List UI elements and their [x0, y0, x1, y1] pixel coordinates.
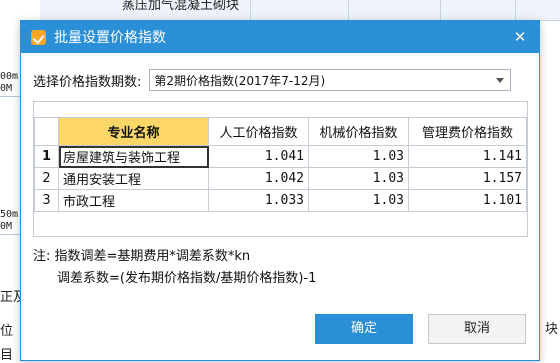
- column-header-specialty[interactable]: 专业名称: [58, 117, 209, 146]
- management-index-cell[interactable]: 1.101: [408, 189, 527, 212]
- background-cell-label: 0M: [0, 221, 13, 232]
- background-cell-label: 0M: [0, 83, 13, 94]
- formula-note-line-1: 注: 指数调差=基期费用*调差系数*kn: [33, 249, 251, 264]
- chevron-down-icon[interactable]: [496, 78, 505, 83]
- batch-price-index-dialog: 批量设置价格指数 ✕ 选择价格指数期数: 第2期价格指数(2017年7-12月)…: [20, 20, 540, 361]
- period-label: 选择价格指数期数:: [33, 74, 142, 90]
- machine-index-cell[interactable]: 1.03: [308, 167, 409, 190]
- labor-index-cell[interactable]: 1.033: [208, 189, 309, 212]
- table-row[interactable]: 3 市政工程 1.033 1.03 1.101: [34, 189, 527, 212]
- background-left-text: 位: [0, 324, 14, 339]
- labor-index-cell[interactable]: 1.042: [208, 167, 309, 190]
- management-index-cell[interactable]: 1.157: [408, 167, 527, 190]
- labor-index-cell[interactable]: 1.041: [208, 145, 309, 168]
- background-cell-label: 00m: [0, 71, 19, 82]
- table-row[interactable]: 1 房屋建筑与装饰工程 1.041 1.03 1.141: [34, 145, 527, 168]
- column-header-machine[interactable]: 机械价格指数: [308, 117, 409, 146]
- price-index-grid: 专业名称 人工价格指数 机械价格指数 管理费价格指数 1 房屋建筑与装饰工程 1…: [33, 101, 528, 237]
- close-button[interactable]: ✕: [511, 28, 529, 46]
- price-index-table: 专业名称 人工价格指数 机械价格指数 管理费价格指数 1 房屋建筑与装饰工程 1…: [34, 117, 527, 212]
- specialty-cell[interactable]: 市政工程: [58, 189, 209, 212]
- period-row: 选择价格指数期数: 第2期价格指数(2017年7-12月): [33, 69, 512, 91]
- management-index-cell[interactable]: 1.141: [408, 145, 527, 168]
- specialty-cell[interactable]: 通用安装工程: [58, 167, 209, 190]
- dialog-titlebar[interactable]: 批量设置价格指数 ✕: [21, 21, 539, 53]
- specialty-cell[interactable]: 房屋建筑与装饰工程: [58, 145, 209, 168]
- period-select-value: 第2期价格指数(2017年7-12月): [154, 73, 326, 88]
- background-cell-label: 50m: [0, 209, 19, 220]
- machine-index-cell[interactable]: 1.03: [308, 189, 409, 212]
- formula-note: 注: 指数调差=基期费用*调差系数*kn 调差系数=(发布期价格指数/基期价格指…: [33, 246, 316, 290]
- dialog-title: 批量设置价格指数: [54, 30, 166, 46]
- row-index: 3: [34, 189, 59, 212]
- background-right-text: 块: [544, 322, 558, 337]
- column-header-management[interactable]: 管理费价格指数: [408, 117, 527, 146]
- period-select[interactable]: 第2期价格指数(2017年7-12月): [149, 69, 512, 91]
- background-top-text: 蒸压加气混凝土砌块: [122, 0, 240, 13]
- background-top-row: 蒸压加气混凝土砌块: [40, 0, 560, 21]
- background-left-text: 目: [0, 348, 14, 363]
- machine-index-cell[interactable]: 1.03: [308, 145, 409, 168]
- row-index-header: [34, 117, 59, 146]
- row-index: 1: [34, 145, 59, 168]
- formula-note-line-2: 调差系数=(发布期价格指数/基期价格指数)-1: [57, 271, 317, 286]
- cancel-button[interactable]: 取消: [428, 314, 526, 344]
- ok-button[interactable]: 确定: [315, 314, 413, 344]
- table-row[interactable]: 2 通用安装工程 1.042 1.03 1.157: [34, 167, 527, 190]
- row-index: 2: [34, 167, 59, 190]
- app-logo-icon: [31, 29, 46, 45]
- column-header-labor[interactable]: 人工价格指数: [208, 117, 309, 146]
